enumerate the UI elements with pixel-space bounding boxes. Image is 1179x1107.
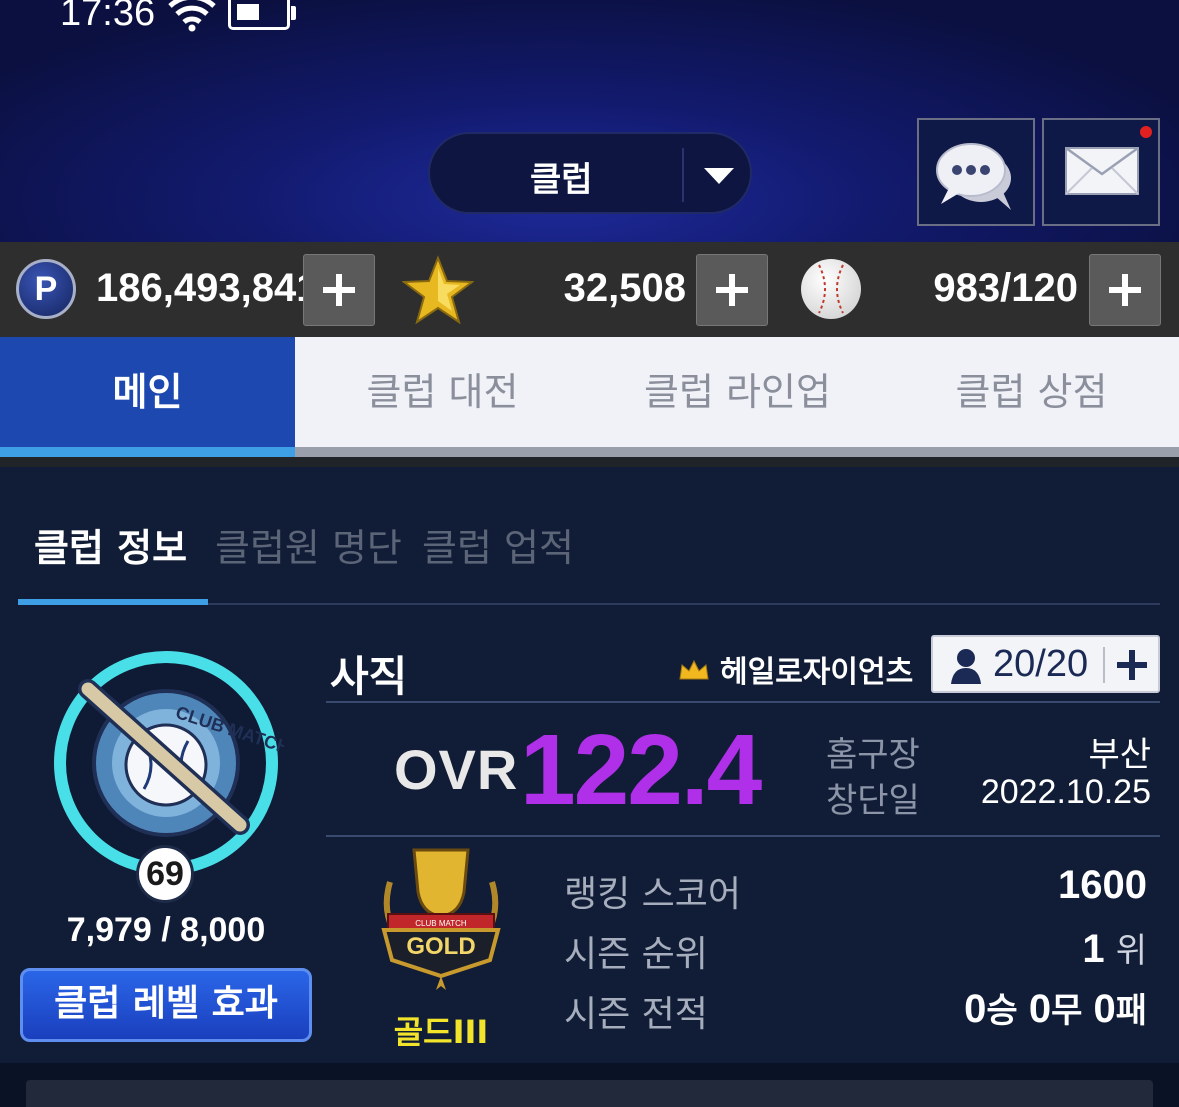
person-icon [951,649,981,684]
wins-unit: 승 [986,991,1018,1031]
season-record-label: 시즌 전적 [564,994,708,1035]
balls-value: 983/120 [933,266,1078,310]
baseball-icon [801,259,861,319]
add-points-button[interactable] [303,254,375,326]
mail-button[interactable] [1042,118,1160,226]
losses-unit: 패 [1115,991,1147,1031]
losses-value: 0 [1093,987,1116,1031]
add-member-button[interactable] [1115,645,1151,685]
club-exp: 7,979 / 8,000 [66,911,266,949]
club-info-panel: 클럽 정보 클럽원 명단 클럽 업적 CLUB MATCH HIT 69 7,9… [0,467,1179,1063]
tab-divider [0,457,1179,467]
tab-club-battle[interactable]: 클럽 대전 [295,337,590,447]
member-divider [1103,647,1105,683]
crown-icon [679,659,709,680]
club-level-effect-button[interactable]: 클럽 레벨 효과 [20,968,312,1042]
ranking-score-label: 랭킹 스코어 [564,874,742,915]
draws-value: 0 [1028,987,1052,1031]
season-rank-unit: 위 [1115,931,1147,971]
divider-line [326,835,1160,837]
club-mode-dropdown[interactable]: 클럽 [428,132,752,214]
season-rank: 1 위 [1082,923,1147,972]
league-badge-text: GOLD [406,933,475,960]
stars-value: 32,508 [563,266,686,310]
member-count-box[interactable]: 20/20 [931,635,1160,693]
wins-value: 0 [964,987,987,1031]
dropdown-divider [682,148,684,202]
star-icon [402,255,474,325]
tab-club-lineup[interactable]: 클럽 라인업 [590,337,885,447]
club-level-badge: 69 [136,845,194,903]
add-balls-button[interactable] [1089,254,1161,326]
chat-bubble-icon [936,143,1011,210]
league-name: 골드III [393,1013,489,1051]
wifi-icon [168,0,216,32]
member-count: 20/20 [993,643,1089,685]
points-value: 186,493,841 [96,266,319,310]
draws-unit: 무 [1051,991,1083,1031]
tab-main[interactable]: 메인 [0,337,295,447]
founded-label: 창단일 [826,781,920,821]
chat-button[interactable] [917,118,1035,226]
point-coin-icon: P [16,259,76,319]
founded-value: 2022.10.25 [980,773,1151,811]
chevron-down-icon [704,168,734,184]
club-name: 사직 [330,652,408,701]
ovr-label: OVR [394,738,519,801]
season-rank-value: 1 [1082,927,1105,971]
notification-dot [1140,126,1152,138]
ovr-value: 122.4 [520,714,762,826]
divider-line [326,701,1160,703]
currency-bar: P 186,493,841 32,508 983/120 [0,242,1179,337]
dropdown-label: 클럽 [530,160,593,200]
add-stars-button[interactable] [696,254,768,326]
season-record: 0승 0무 0패 [964,983,1147,1032]
battery-icon [228,0,296,30]
status-time: 17:36 [60,0,156,34]
subtab-club-achievements[interactable]: 클럽 업적 [422,517,574,572]
club-owner-name: 헤일로자이언츠 [720,655,914,690]
home-stadium-value: 부산 [1088,736,1151,774]
bottom-panel [26,1080,1153,1107]
subtab-member-list[interactable]: 클럽원 명단 [215,517,402,572]
top-header: 17:36 클럽 [0,0,1179,242]
main-tabs: 메인 클럽 대전 클럽 라인업 클럽 상점 [0,337,1179,457]
gold-league-trophy-icon: CLUB MATCH GOLD [381,848,501,990]
season-rank-label: 시즌 순위 [564,934,708,975]
ranking-score-value: 1600 [1058,863,1147,907]
tab-club-shop[interactable]: 클럽 상점 [884,337,1179,447]
home-stadium-label: 홈구장 [826,735,920,775]
subtab-club-info[interactable]: 클럽 정보 [34,517,187,572]
league-badge-sub: CLUB MATCH [415,919,467,928]
tab-active-indicator [0,447,295,457]
subtab-active-indicator [18,599,208,605]
